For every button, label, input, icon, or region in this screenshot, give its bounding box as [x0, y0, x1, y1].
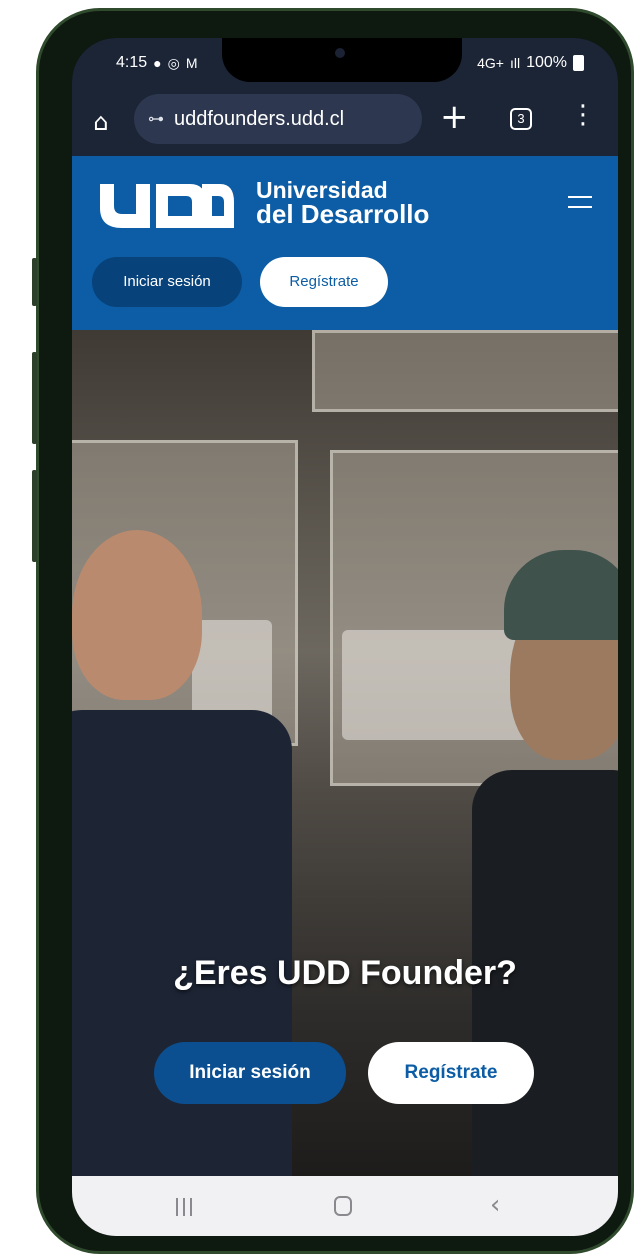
- tab-switcher-button[interactable]: 3: [510, 108, 532, 130]
- status-time: 4:15: [116, 54, 148, 71]
- logo-line-2: del Desarrollo: [256, 199, 430, 229]
- hero-register-button[interactable]: Regístrate: [368, 1042, 534, 1104]
- address-bar[interactable]: ⊶ uddfounders.udd.cl: [134, 94, 422, 144]
- header-login-button[interactable]: Iniciar sesión: [92, 257, 242, 307]
- status-bar: 4:15 ● ◎ M 4G+ ıll 100%: [72, 38, 618, 88]
- phone-screen: 4:15 ● ◎ M 4G+ ıll 100% ⌂ ⊶ uddfounders.…: [72, 38, 618, 1236]
- hero-person-left-body: [72, 710, 292, 1176]
- signal-icon: ıll: [509, 55, 521, 71]
- chat-bubble-icon: ●: [153, 55, 162, 71]
- network-icon: 4G+: [477, 55, 504, 71]
- phone-power-button: [32, 470, 37, 562]
- hero-section: ¿Eres UDD Founder? Iniciar sesión Regíst…: [72, 330, 618, 1176]
- hamburger-menu-icon[interactable]: [568, 196, 592, 214]
- home-icon[interactable]: ⌂: [84, 105, 118, 139]
- hero-title: ¿Eres UDD Founder?: [173, 954, 517, 992]
- whatsapp-icon: ◎: [167, 54, 180, 71]
- site-header: Universidad del Desarrollo Iniciar sesió…: [72, 156, 618, 330]
- battery-percent: 100%: [526, 54, 567, 71]
- logo-wordmark: Universidad del Desarrollo: [256, 178, 430, 229]
- hero-background-shelf: [312, 330, 618, 412]
- site-settings-icon[interactable]: ⊶: [148, 109, 164, 129]
- back-icon[interactable]: ‹: [490, 1190, 500, 1220]
- hero-login-button[interactable]: Iniciar sesión: [154, 1042, 346, 1104]
- gmail-icon: M: [185, 55, 198, 71]
- hero-person-left: [72, 530, 202, 700]
- battery-icon: [573, 55, 584, 71]
- new-tab-button[interactable]: +: [440, 100, 469, 134]
- header-register-button[interactable]: Regístrate: [260, 257, 388, 307]
- system-nav-bar: ‹: [72, 1176, 618, 1236]
- browser-menu-icon[interactable]: ⋮: [570, 102, 596, 128]
- udd-logo-icon[interactable]: [98, 180, 236, 228]
- url-text: uddfounders.udd.cl: [174, 107, 345, 130]
- status-right: 4G+ ıll 100%: [477, 54, 584, 72]
- status-left: 4:15 ● ◎ M: [116, 54, 198, 72]
- recents-icon[interactable]: [176, 1198, 196, 1216]
- phone-side-button: [32, 258, 37, 306]
- phone-volume-button: [32, 352, 37, 444]
- browser-toolbar: ⌂ ⊶ uddfounders.udd.cl + 3 ⋮: [72, 88, 618, 156]
- home-nav-icon[interactable]: [334, 1196, 352, 1216]
- camera-notch: [222, 38, 462, 82]
- front-camera: [335, 48, 345, 58]
